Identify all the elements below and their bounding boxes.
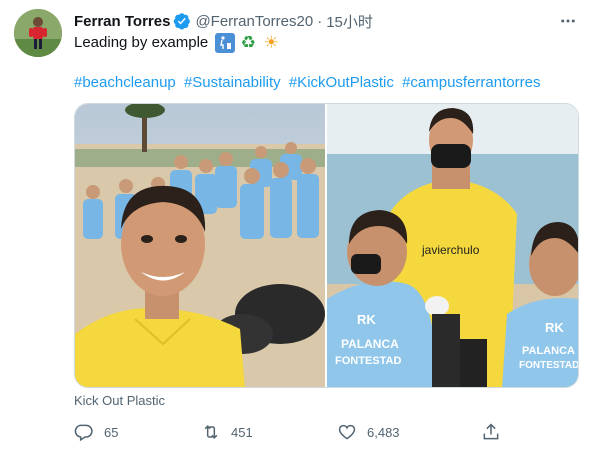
shirt-text-right-2: FONTESTAD: [519, 360, 578, 371]
author-handle[interactable]: @FerranTorres20: [195, 13, 313, 30]
hashtag-link[interactable]: #KickOutPlastic: [289, 74, 394, 91]
hashtag-link[interactable]: #campusferrantorres: [402, 74, 540, 91]
hashtag-link[interactable]: #beachcleanup: [74, 74, 176, 91]
shirt-text-left: PALANCA: [341, 337, 399, 351]
share-icon: [481, 422, 501, 442]
verified-badge-icon: [173, 12, 191, 30]
separator: ·: [317, 12, 323, 30]
tweet-card[interactable]: Ferran Torres @FerranTorres20 · 15小时 Lea…: [0, 0, 592, 455]
share-button[interactable]: [481, 421, 501, 443]
put-litter-in-its-place-icon: [215, 33, 236, 53]
sun-icon: ☀: [263, 33, 279, 52]
recycling-icon: ♻: [240, 33, 256, 52]
hashtag-link[interactable]: #Sustainability: [184, 74, 281, 91]
media-caption: Kick Out Plastic: [74, 393, 166, 408]
action-bar: 65 451 6,483: [74, 421, 579, 443]
photo-selfie-beach[interactable]: [75, 104, 325, 387]
retweet-button[interactable]: 451: [201, 421, 253, 443]
tweet-text: Leading by example ♻ ☀: [74, 33, 281, 53]
media-gallery: javierchulo RK PALANCA FONTESTAD RK PALA…: [74, 103, 579, 388]
avatar[interactable]: [14, 9, 62, 57]
retweet-icon: [201, 422, 221, 442]
tweet-header: Ferran Torres @FerranTorres20 · 15小时: [74, 11, 373, 31]
hashtag-list: #beachcleanup #Sustainability #KickOutPl…: [74, 73, 544, 93]
reply-button[interactable]: 65: [74, 421, 118, 443]
more-options-icon[interactable]: [558, 12, 578, 30]
photo-with-kids[interactable]: javierchulo RK PALANCA FONTESTAD RK PALA…: [326, 104, 578, 387]
heart-icon: [337, 422, 357, 442]
shirt-text-left-2: FONTESTAD: [335, 355, 401, 367]
rk-left: RK: [357, 312, 376, 327]
rk-right: RK: [545, 320, 564, 335]
reply-count: 65: [104, 424, 119, 440]
shirt-text-right: PALANCA: [522, 345, 575, 357]
retweet-count: 451: [231, 424, 253, 440]
author-name[interactable]: Ferran Torres: [74, 13, 170, 30]
tweet-body: Leading by example: [74, 34, 209, 51]
sponsor-text: javierchulo: [421, 243, 480, 257]
like-count: 6,483: [367, 424, 400, 440]
like-button[interactable]: 6,483: [337, 421, 400, 443]
timestamp[interactable]: 15小时: [326, 11, 373, 32]
reply-icon: [74, 422, 94, 442]
